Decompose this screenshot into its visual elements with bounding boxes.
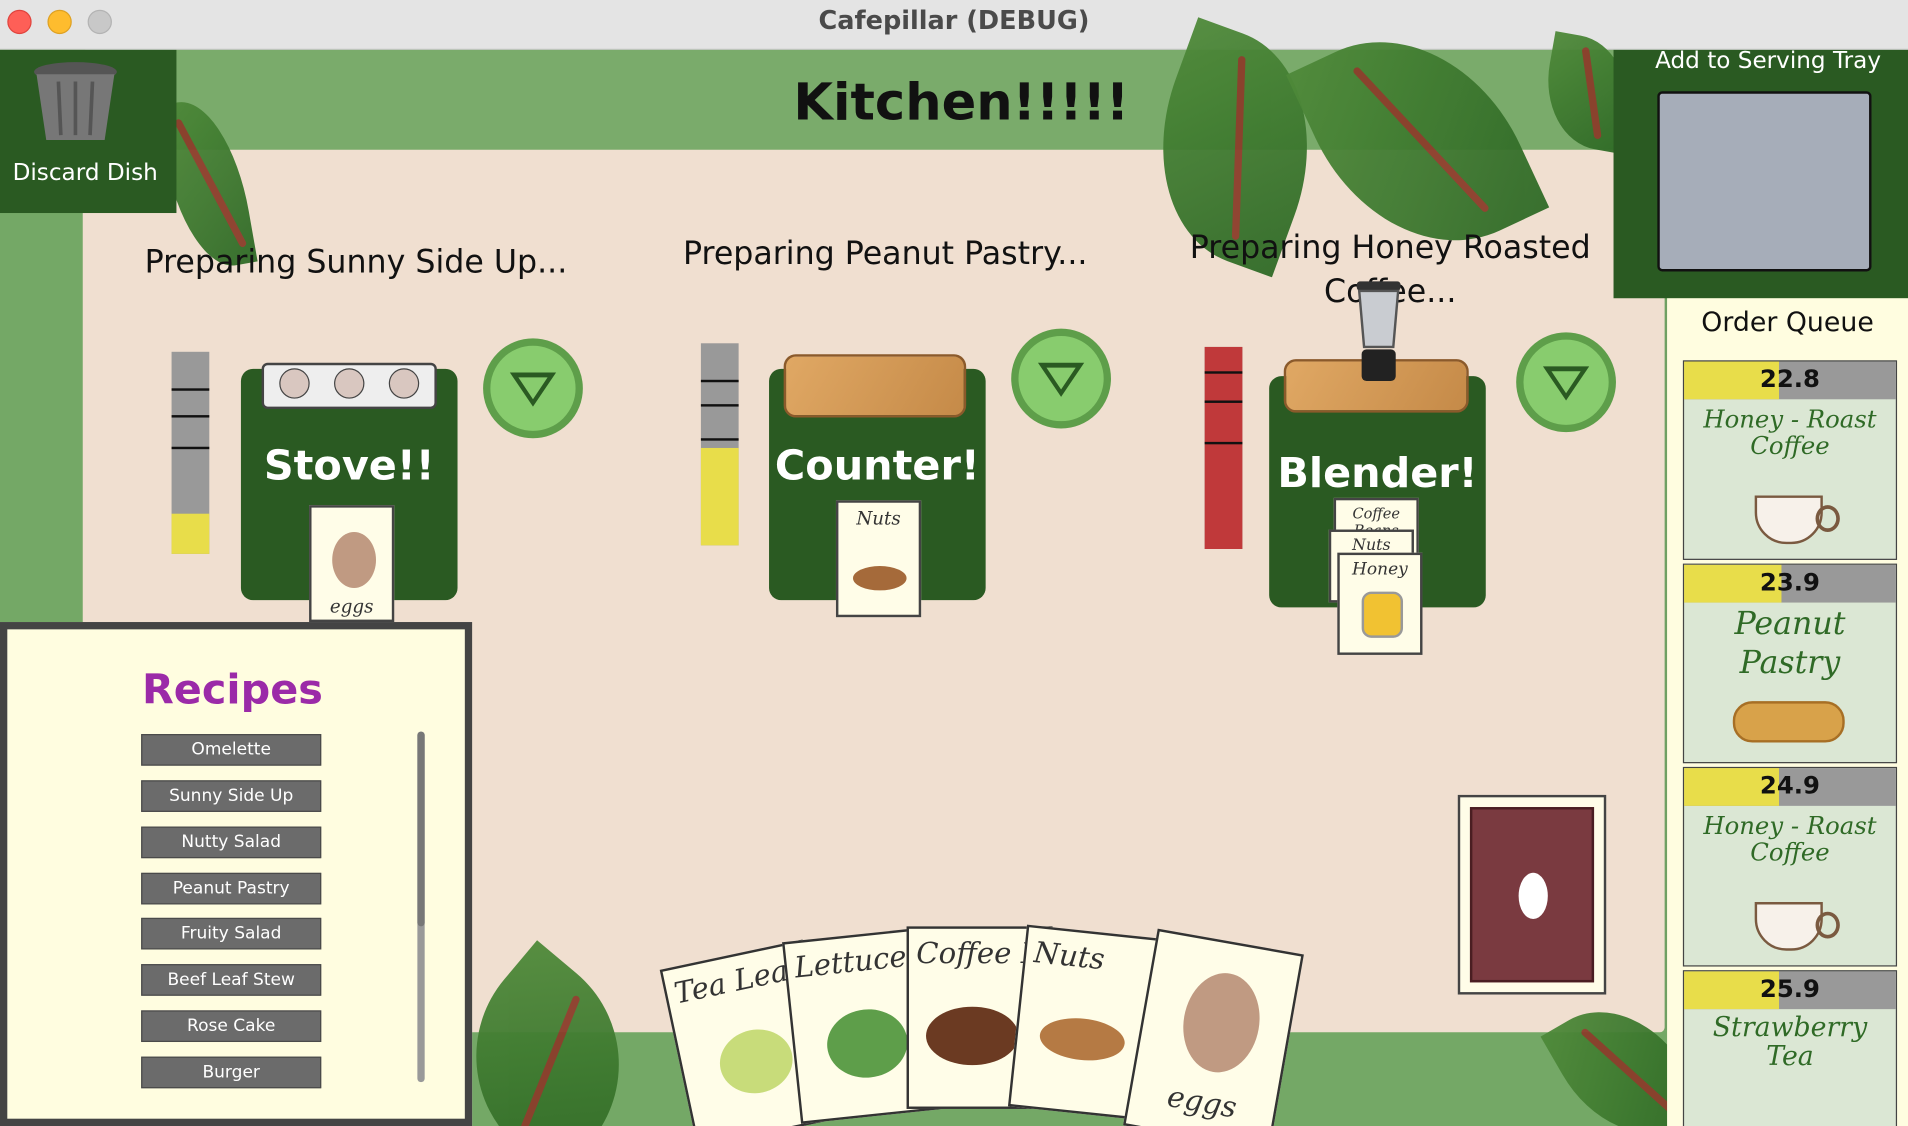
recipe-button[interactable]: Peanut Pastry bbox=[141, 872, 322, 905]
ingredient-deck[interactable] bbox=[1457, 794, 1607, 995]
stove-prep-text: Preparing Sunny Side Up... bbox=[144, 244, 568, 282]
ingredient-card-label: eggs bbox=[329, 595, 374, 618]
order-name-line2: Pastry bbox=[1739, 645, 1841, 682]
cutting-board-icon bbox=[783, 354, 967, 418]
chevron-down-icon bbox=[509, 372, 557, 407]
order-ticket[interactable]: 22.8 Honey - Roast Coffee bbox=[1682, 360, 1898, 560]
recipe-button[interactable]: Burger bbox=[141, 1056, 322, 1089]
counter-label: Counter! bbox=[774, 441, 980, 491]
chevron-down-icon bbox=[1037, 362, 1085, 397]
coffee-cup-icon bbox=[1754, 902, 1840, 951]
recipe-button[interactable]: Beef Leaf Stew bbox=[141, 964, 322, 996]
order-name-line1: Strawberry bbox=[1712, 1012, 1868, 1044]
recipe-button[interactable]: Fruity Salad bbox=[141, 917, 322, 950]
counter-progress-fill bbox=[700, 448, 739, 546]
discard-dish-button[interactable]: Discard Dish bbox=[0, 49, 177, 214]
stove-drop-button[interactable] bbox=[483, 338, 583, 439]
blender-drop-button[interactable] bbox=[1516, 332, 1616, 433]
eggs-icon bbox=[332, 531, 377, 588]
recipes-panel: Recipes Omelette Sunny Side Up Nutty Sal… bbox=[0, 622, 473, 1126]
order-timer: 22.8 bbox=[1759, 363, 1820, 394]
order-ticket[interactable]: 23.9 Peanut Pastry bbox=[1682, 563, 1898, 764]
order-ticket[interactable]: 25.9 Strawberry Tea bbox=[1682, 970, 1898, 1126]
stove-progress-gauge bbox=[171, 351, 210, 554]
ingredient-card-label: Nuts bbox=[856, 507, 901, 530]
order-name-line1: Peanut bbox=[1734, 606, 1846, 643]
serving-tray-slot[interactable] bbox=[1657, 91, 1872, 272]
order-name-line2: Tea bbox=[1766, 1042, 1814, 1073]
tea-leaves-icon bbox=[713, 1022, 799, 1100]
blender-progress-fill bbox=[1204, 346, 1243, 550]
coffee-beans-icon bbox=[926, 1006, 1019, 1066]
counter-progress-gauge bbox=[700, 343, 739, 546]
order-queue-panel: Order Queue 22.8 Honey - Roast Coffee 23… bbox=[1667, 298, 1908, 1126]
blender-progress-gauge bbox=[1204, 346, 1243, 550]
eggs-icon bbox=[1175, 967, 1268, 1079]
order-name-line1: Honey - Roast bbox=[1703, 404, 1877, 434]
honey-jar-icon bbox=[1361, 591, 1404, 638]
recipes-scrollbar-thumb[interactable] bbox=[417, 731, 425, 927]
serving-tray-label: Add to Serving Tray bbox=[1655, 47, 1882, 75]
recipe-button[interactable]: Omelette bbox=[141, 734, 322, 766]
coffee-cup-icon bbox=[1754, 495, 1840, 545]
stove-icon bbox=[261, 362, 437, 410]
stove-station[interactable]: Stove!! eggs bbox=[240, 362, 458, 623]
pastry-icon bbox=[1732, 701, 1845, 743]
lettuce-icon bbox=[823, 1005, 911, 1082]
ingredient-card[interactable]: Honey bbox=[1337, 552, 1423, 655]
window-title: Cafepillar (DEBUG) bbox=[818, 6, 1090, 36]
card-back bbox=[1469, 807, 1595, 983]
counter-station[interactable]: Counter! Nuts bbox=[769, 354, 986, 618]
stove-label: Stove!! bbox=[263, 441, 435, 491]
counter-prep-text: Preparing Peanut Pastry... bbox=[683, 236, 1088, 273]
stove-progress-fill bbox=[171, 513, 210, 554]
serving-tray-panel: Add to Serving Tray bbox=[1613, 47, 1908, 299]
kitchen-title: Kitchen!!!!! bbox=[793, 71, 1130, 132]
order-queue-title: Order Queue bbox=[1701, 307, 1874, 339]
kitchen-scene: Kitchen!!!!! Discard Dish Add to Serving… bbox=[0, 0, 1908, 1126]
order-timer: 25.9 bbox=[1759, 973, 1820, 1004]
blender-icon bbox=[1356, 281, 1401, 382]
ingredient-card-label: Honey bbox=[1351, 559, 1408, 580]
ingredient-card[interactable]: eggs bbox=[309, 505, 395, 623]
order-name-line2: Coffee bbox=[1750, 837, 1830, 867]
chevron-down-icon bbox=[1542, 366, 1590, 401]
order-timer: 24.9 bbox=[1759, 770, 1820, 800]
recipe-button[interactable]: Rose Cake bbox=[141, 1010, 322, 1043]
nuts-icon bbox=[1037, 1014, 1127, 1065]
order-timer: 23.9 bbox=[1759, 567, 1820, 597]
blender-station[interactable]: Blender! Coffee Beans Nuts Honey bbox=[1269, 281, 1486, 655]
trash-icon bbox=[34, 62, 117, 140]
order-name-line1: Honey - Roast bbox=[1703, 810, 1877, 840]
order-ticket[interactable]: 24.9 Honey - Roast Coffee bbox=[1682, 766, 1898, 967]
nuts-icon bbox=[853, 566, 907, 591]
recipes-title: Recipes bbox=[141, 665, 323, 715]
recipe-button[interactable]: Sunny Side Up bbox=[141, 780, 322, 812]
window-titlebar: Cafepillar (DEBUG) bbox=[0, 0, 1908, 50]
counter-drop-button[interactable] bbox=[1011, 328, 1111, 429]
recipe-button[interactable]: Nutty Salad bbox=[141, 826, 322, 859]
discard-dish-label: Discard Dish bbox=[12, 159, 158, 187]
blender-label: Blender! bbox=[1277, 449, 1478, 498]
order-name-line2: Coffee bbox=[1750, 430, 1830, 461]
ingredient-card[interactable]: Nuts bbox=[835, 500, 922, 618]
